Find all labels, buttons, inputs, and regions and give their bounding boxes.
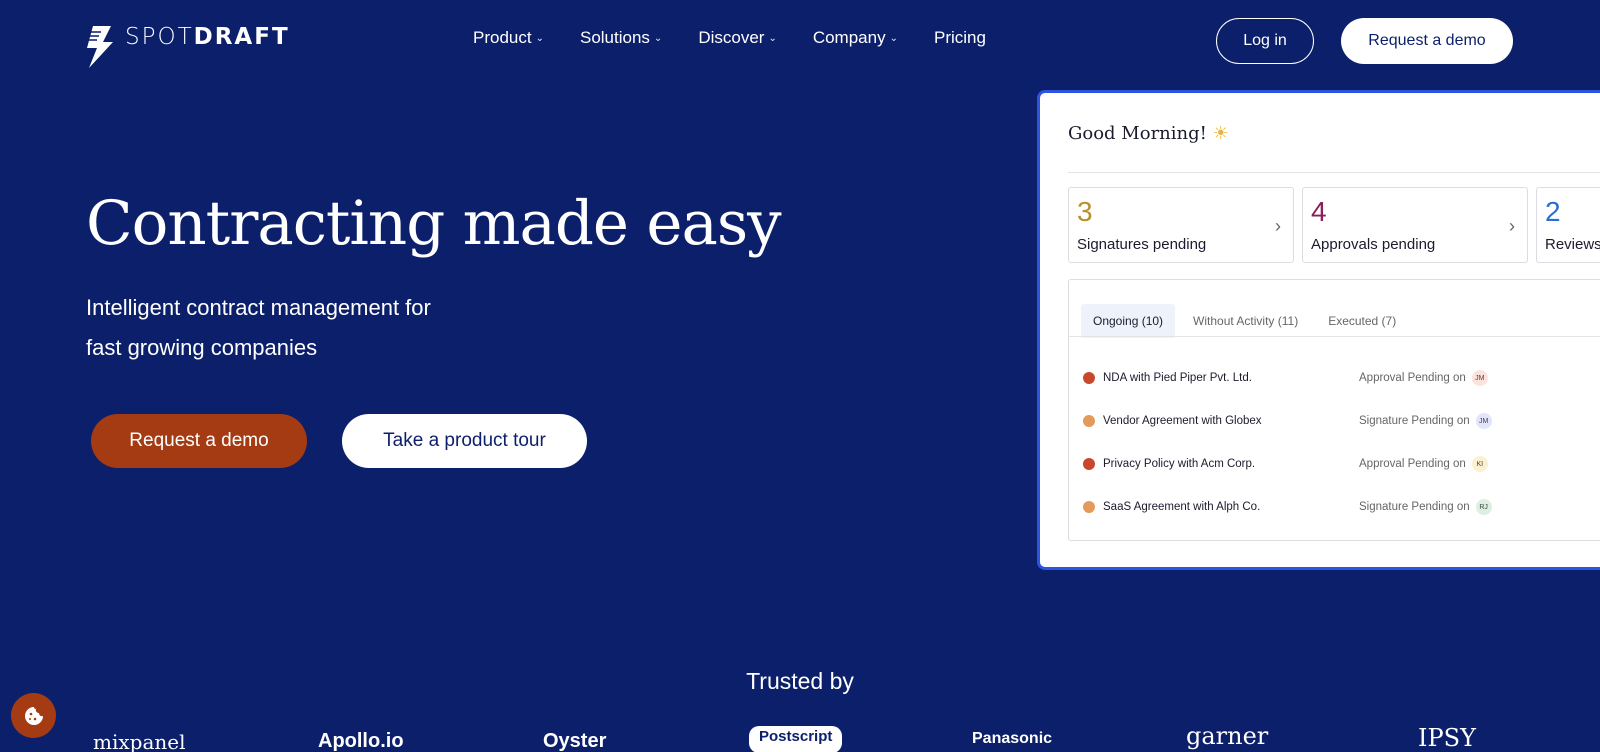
status-dot-icon xyxy=(1083,415,1095,427)
list-item[interactable]: Vendor Agreement with Globex Signature P… xyxy=(1083,411,1600,431)
product-tour-button[interactable]: Take a product tour xyxy=(342,414,587,468)
logo-ipsy: IPSY xyxy=(1418,724,1476,752)
main-nav: Product ⌄ Solutions ⌄ Discover ⌄ Company ⌄ P… xyxy=(473,28,986,48)
chevron-right-icon: › xyxy=(1509,216,1515,236)
contract-status: Approval Pending on xyxy=(1359,458,1466,470)
header-request-demo-button[interactable]: Request a demo xyxy=(1341,18,1513,64)
contract-status: Signature Pending on xyxy=(1359,415,1470,427)
list-item[interactable]: NDA with Pied Piper Pvt. Ltd. Approval P… xyxy=(1083,368,1600,388)
logo-garner: garner xyxy=(1186,722,1269,750)
lightning-bolt-icon xyxy=(87,26,113,68)
nav-product[interactable]: Product ⌄ xyxy=(473,28,544,48)
tab-without-activity[interactable]: Without Activity (11) xyxy=(1181,304,1310,338)
hero-request-demo-button[interactable]: Request a demo xyxy=(91,414,307,468)
contracts-panel: Ongoing (10) Without Activity (11) Execu… xyxy=(1068,279,1600,541)
avatar: KI xyxy=(1471,456,1488,472)
tab-executed[interactable]: Executed (7) xyxy=(1316,304,1408,338)
brand-wordmark: SPOTDRAFT xyxy=(125,24,290,50)
contract-status: Approval Pending on xyxy=(1359,372,1466,384)
greeting: Good Morning! ☀ xyxy=(1068,123,1229,144)
avatar: JM xyxy=(1475,413,1492,429)
logo-mixpanel: mixpanel xyxy=(93,730,186,752)
list-item[interactable]: SaaS Agreement with Alph Co. Signature P… xyxy=(1083,497,1600,517)
stat-reviews[interactable]: 2 Reviews xyxy=(1536,187,1600,263)
chevron-right-icon: › xyxy=(1275,216,1281,236)
logo-panasonic: Panasonic xyxy=(972,730,1053,747)
nav-discover[interactable]: Discover ⌄ xyxy=(698,28,777,48)
trusted-by-heading: Trusted by xyxy=(746,668,854,694)
contract-name: Vendor Agreement with Globex xyxy=(1103,415,1262,427)
stat-signatures[interactable]: 3 Signatures pending › xyxy=(1068,187,1294,263)
sun-icon: ☀ xyxy=(1212,123,1229,144)
contract-name: SaaS Agreement with Alph Co. xyxy=(1103,501,1261,513)
chevron-down-icon: ⌄ xyxy=(653,32,663,44)
contract-status: Signature Pending on xyxy=(1359,501,1470,513)
chevron-down-icon: ⌄ xyxy=(889,32,898,44)
tab-ongoing[interactable]: Ongoing (10) xyxy=(1081,304,1176,338)
chevron-down-icon: ⌄ xyxy=(535,32,544,44)
list-item[interactable]: Privacy Policy with Acm Corp. Approval P… xyxy=(1083,454,1600,474)
login-button[interactable]: Log in xyxy=(1216,18,1314,64)
stat-count: 4 xyxy=(1311,196,1327,227)
logo-postscript: Postscript xyxy=(749,726,843,752)
stat-label: Approvals pending xyxy=(1311,236,1436,253)
logo-apollo: Apollo.io xyxy=(318,730,404,752)
customer-logos: mixpanel Apollo.io Oyster Postscript Pan… xyxy=(0,722,1600,752)
divider xyxy=(1068,172,1600,173)
contract-name: Privacy Policy with Acm Corp. xyxy=(1103,458,1256,470)
brand-logo[interactable]: SPOTDRAFT xyxy=(85,22,290,70)
status-dot-icon xyxy=(1083,458,1095,470)
logo-oyster: Oyster xyxy=(543,730,607,752)
dashboard-preview: Good Morning! ☀ 3 Signatures pending › 4… xyxy=(1037,90,1600,570)
cookie-settings-button[interactable] xyxy=(11,693,56,738)
hero-subtitle: Intelligent contract management for fast… xyxy=(86,295,431,360)
divider xyxy=(1069,336,1600,337)
avatar: RJ xyxy=(1475,499,1492,515)
stat-count: 2 xyxy=(1545,196,1561,227)
hero-title: Contracting made easy xyxy=(86,188,782,259)
nav-pricing[interactable]: Pricing xyxy=(934,28,986,48)
nav-solutions[interactable]: Solutions ⌄ xyxy=(580,28,662,48)
stat-count: 3 xyxy=(1077,196,1093,227)
stat-label: Reviews xyxy=(1545,236,1600,253)
status-dot-icon xyxy=(1083,501,1095,513)
stat-label: Signatures pending xyxy=(1077,236,1207,253)
nav-company[interactable]: Company ⌄ xyxy=(813,28,898,48)
avatar: JM xyxy=(1471,370,1488,386)
contract-tabs: Ongoing (10) Without Activity (11) Execu… xyxy=(1081,304,1408,338)
stat-approvals[interactable]: 4 Approvals pending › xyxy=(1302,187,1528,263)
cookie-icon xyxy=(24,706,43,725)
status-dot-icon xyxy=(1083,372,1095,384)
chevron-down-icon: ⌄ xyxy=(768,32,777,44)
contract-name: NDA with Pied Piper Pvt. Ltd. xyxy=(1103,372,1252,384)
